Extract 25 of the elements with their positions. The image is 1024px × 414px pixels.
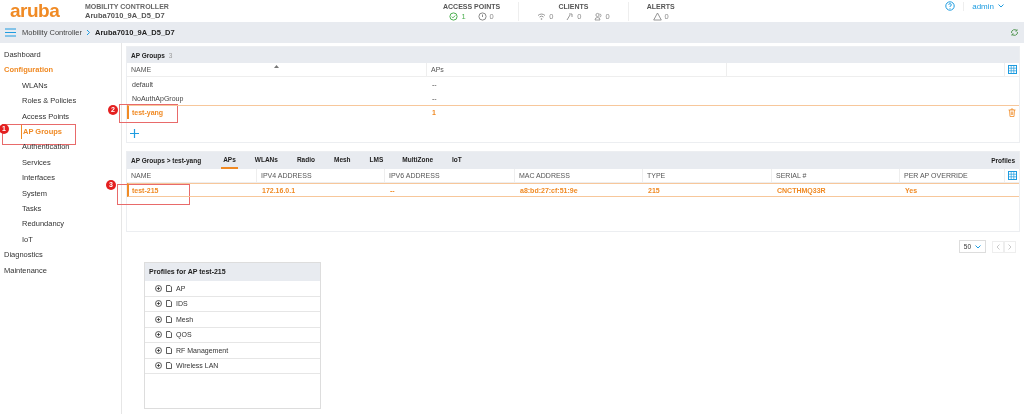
chevron-right-icon	[1008, 243, 1012, 250]
plus-icon	[130, 129, 139, 138]
chevron-left-icon	[996, 243, 1000, 250]
caret-icon	[998, 4, 1004, 8]
trash-icon	[1008, 108, 1016, 117]
expand-icon	[155, 300, 162, 308]
previous-page-button[interactable]	[992, 240, 1004, 253]
refresh-icon	[1010, 28, 1019, 37]
columns-icon	[1007, 65, 1017, 74]
caret-icon	[975, 244, 981, 249]
expand-icon	[155, 362, 162, 370]
callout-outline	[119, 104, 178, 123]
expand-icon	[155, 315, 162, 323]
add-button[interactable]	[130, 129, 139, 138]
chevron-icon	[86, 29, 92, 36]
help-icon	[945, 1, 956, 11]
expand-icon	[155, 346, 162, 354]
columns-icon	[1007, 171, 1017, 180]
next-page-button[interactable]	[1004, 240, 1016, 253]
expand-icon	[155, 284, 162, 292]
menu-icon	[5, 28, 16, 37]
expand-icon	[155, 331, 162, 339]
logo: aruba	[10, 2, 61, 20]
menu-button[interactable]	[5, 28, 16, 37]
sort-icon	[274, 65, 279, 68]
